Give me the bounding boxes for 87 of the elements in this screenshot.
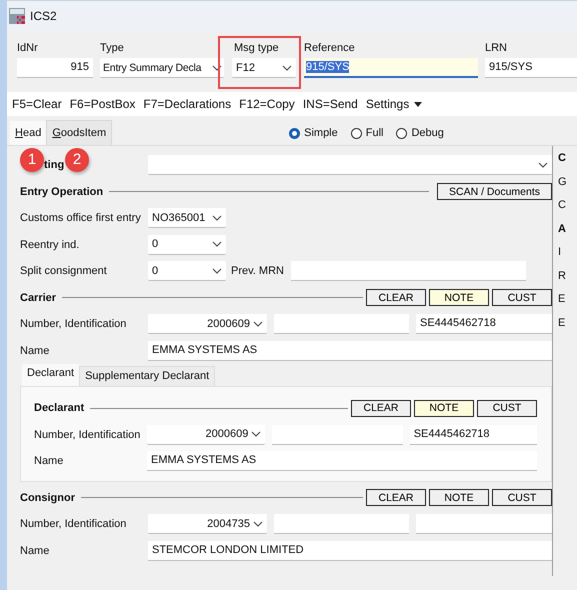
chevron-icon [212, 268, 222, 274]
party-button[interactable]: CLEAR [351, 400, 411, 417]
chevron-icon [538, 162, 548, 168]
app-icon [9, 8, 25, 24]
radio-button[interactable]: Simple [289, 127, 338, 139]
input-field[interactable]: EMMA SYSTEMS AS [148, 340, 552, 361]
caret-icon [414, 102, 422, 106]
party-button[interactable]: NOTE [429, 289, 489, 306]
field-label: Name [34, 454, 64, 468]
field-label: Number, Identification [20, 317, 128, 332]
tab[interactable]: Supplementary Declarant [79, 366, 216, 386]
field-label: Number, Identification [34, 428, 140, 442]
radio-button[interactable]: Debug [396, 127, 444, 139]
dropdown[interactable]: 2000609 [147, 424, 266, 445]
section-title: Carrier [20, 292, 56, 304]
dropdown[interactable]: 0 [148, 234, 226, 255]
tab[interactable]: Head [10, 121, 46, 145]
dropdown[interactable]: 0 [148, 261, 226, 282]
field-label: I [558, 245, 562, 260]
field-label: ting [44, 158, 64, 172]
dropdown[interactable]: Entry Summary Decla [100, 58, 224, 78]
chevron-icon [251, 431, 262, 438]
section-title: Declarant [34, 402, 84, 414]
field-label: Number, Identification [20, 517, 128, 532]
input-field[interactable]: SE4445462718 [416, 314, 552, 334]
chevron-icon [212, 214, 222, 221]
menu-item[interactable]: INS=Send [302, 97, 358, 111]
input-field[interactable] [272, 424, 403, 445]
dropdown[interactable]: 2004735 [148, 514, 267, 534]
field-label: C [558, 198, 567, 213]
menu-item[interactable]: F6=PostBox [70, 97, 136, 111]
field-label: Name [20, 544, 50, 558]
field-label: Type [100, 42, 125, 54]
field-label: LRN [485, 42, 508, 54]
callout-badge: 1 [20, 148, 44, 172]
input-field[interactable] [274, 514, 409, 534]
callout-badge: 2 [65, 148, 89, 172]
party-button[interactable]: CUST [492, 489, 552, 506]
input-field[interactable]: 915/SYS [485, 58, 577, 78]
radio-button[interactable]: Full [350, 127, 384, 139]
section-title: Entry Operation [20, 186, 104, 198]
input-field[interactable]: 915 [17, 58, 93, 78]
field-label: Name [20, 344, 50, 358]
field-label: E [558, 292, 566, 307]
party-button[interactable]: NOTE [429, 489, 489, 506]
field-label: E [558, 316, 566, 330]
party-button[interactable]: CLEAR [366, 289, 426, 306]
scan-button[interactable]: SCAN / Documents [437, 183, 552, 200]
field-label: A [558, 222, 567, 236]
section-title: Consignor [20, 492, 75, 504]
settings-menu[interactable]: Settings [366, 97, 422, 111]
dropdown[interactable] [148, 155, 552, 176]
input-field[interactable]: SE4445462718 [410, 424, 538, 445]
menu-item[interactable]: F12=Copy [239, 97, 295, 111]
chevron-icon [253, 320, 263, 327]
field-label: G [558, 174, 568, 190]
chevron-icon [212, 64, 222, 70]
chevron-icon [282, 64, 292, 70]
tab[interactable]: GoodsItem [46, 120, 112, 145]
dropdown[interactable]: F12 [232, 58, 296, 78]
input-field[interactable]: EMMA SYSTEMS AS [147, 451, 537, 472]
input-field[interactable]: STEMCOR LONDON LIMITED [148, 540, 552, 561]
field-label: IdNr [17, 42, 39, 54]
dropdown[interactable]: NO365001 [148, 208, 226, 228]
input-field[interactable] [274, 314, 409, 334]
party-button[interactable]: CUST [492, 289, 552, 306]
chevron-icon [212, 241, 222, 248]
field-label: Prev. MRN [231, 265, 284, 278]
field-label: Msg type [233, 42, 280, 54]
field-label: Split consignment [20, 264, 108, 278]
input-field[interactable]: 915/SYS [304, 58, 478, 78]
field-label: C [558, 151, 567, 166]
field-label: Customs office first entry [20, 211, 141, 226]
window-title: ICS2 [30, 9, 57, 23]
menu-item[interactable]: F7=Declarations [143, 97, 232, 111]
input-field[interactable] [416, 514, 552, 534]
chevron-icon [253, 520, 263, 527]
field-label: Reference [304, 42, 356, 54]
field-label: R [558, 268, 567, 284]
party-button[interactable]: NOTE [414, 400, 474, 417]
menu-item[interactable]: F5=Clear [12, 97, 62, 111]
dropdown[interactable]: 2000609 [148, 314, 267, 334]
input-field[interactable] [290, 261, 526, 282]
tab[interactable]: Declarant [22, 364, 80, 386]
field-label: Reentry ind. [20, 238, 80, 252]
party-button[interactable]: CLEAR [366, 489, 426, 506]
party-button[interactable]: CUST [477, 400, 537, 417]
